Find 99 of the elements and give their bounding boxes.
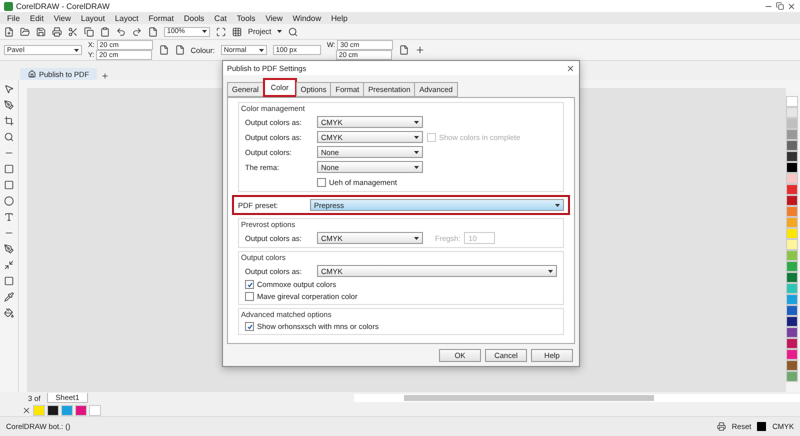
no-color-icon[interactable] — [22, 406, 31, 414]
caret-icon — [555, 204, 560, 206]
color-swatch[interactable] — [786, 107, 798, 118]
menu-item[interactable]: Dools — [178, 14, 210, 22]
eyedropper-icon[interactable] — [4, 292, 14, 302]
color-swatch[interactable] — [786, 217, 798, 228]
page-icon[interactable] — [399, 45, 410, 55]
color-swatch[interactable] — [786, 261, 798, 272]
caret-icon — [414, 166, 419, 168]
minimize-icon[interactable] — [4, 260, 14, 270]
color-swatch[interactable] — [786, 239, 798, 250]
color-swatch[interactable] — [786, 316, 798, 327]
restore-icon[interactable] — [776, 2, 784, 10]
menu-item[interactable]: View — [260, 14, 288, 22]
menu-item[interactable]: Layoct — [110, 14, 144, 22]
color-swatch[interactable] — [786, 250, 798, 261]
new-file-icon[interactable] — [4, 26, 14, 36]
color-swatch[interactable] — [786, 129, 798, 140]
zoom-icon[interactable] — [4, 132, 14, 142]
folder-icon[interactable] — [20, 26, 30, 36]
scrollbar-thumb[interactable] — [404, 395, 654, 401]
checkbox[interactable] — [245, 292, 254, 301]
file-icon[interactable] — [148, 26, 158, 36]
caret-icon — [414, 236, 419, 240]
color-swatch[interactable] — [786, 184, 798, 195]
color-swatch[interactable] — [786, 151, 798, 162]
caret-icon — [414, 136, 419, 138]
color-swatch[interactable] — [786, 272, 798, 283]
app-logo-icon — [4, 2, 13, 10]
color-swatch[interactable] — [786, 349, 798, 360]
caret-icon — [74, 48, 79, 52]
color-swatch[interactable] — [786, 96, 798, 107]
crop-icon[interactable] — [4, 116, 14, 126]
checkbox[interactable] — [317, 178, 326, 186]
color-swatch[interactable] — [786, 371, 798, 382]
menu-item[interactable]: View — [48, 14, 76, 22]
color-swatch[interactable] — [786, 327, 798, 338]
redo-icon[interactable] — [132, 26, 142, 36]
color-swatch-icon — [757, 422, 766, 431]
color-swatch[interactable] — [786, 360, 798, 371]
scissors-icon[interactable] — [68, 26, 78, 36]
color-swatch[interactable] — [786, 118, 798, 129]
color-swatch[interactable] — [786, 283, 798, 294]
color-swatch[interactable] — [33, 404, 45, 416]
fill-icon[interactable] — [4, 308, 14, 318]
caret-icon — [202, 30, 207, 33]
color-swatch[interactable] — [75, 404, 87, 416]
text-icon[interactable] — [4, 212, 14, 222]
color-swatch[interactable] — [786, 338, 798, 349]
caret-icon — [414, 120, 419, 124]
menu-item[interactable]: Layout — [76, 14, 110, 22]
printer-icon[interactable] — [52, 26, 62, 36]
caret-icon — [277, 30, 282, 33]
menu-item[interactable]: Window — [288, 14, 326, 22]
color-swatch[interactable] — [786, 206, 798, 217]
window-title: CorelDRAW - CorelDRAW — [16, 2, 110, 10]
close-icon[interactable] — [566, 64, 575, 72]
pointer-icon[interactable] — [4, 84, 14, 94]
checkbox[interactable] — [245, 322, 254, 331]
checkbox[interactable] — [245, 280, 254, 289]
clipboard-icon[interactable] — [100, 26, 110, 36]
square-icon[interactable] — [4, 276, 14, 286]
color-swatch[interactable] — [786, 173, 798, 184]
color-swatch[interactable] — [47, 404, 59, 416]
file-icon[interactable] — [174, 45, 185, 55]
close-icon[interactable] — [787, 2, 796, 10]
caret-icon — [258, 48, 264, 52]
add-icon[interactable] — [415, 45, 426, 55]
undo-icon[interactable] — [116, 26, 126, 36]
caret-icon — [548, 270, 553, 272]
color-swatch[interactable] — [786, 162, 798, 173]
caret-icon — [414, 150, 419, 154]
file-icon[interactable] — [158, 45, 169, 55]
menu-item[interactable]: Edit — [24, 14, 49, 22]
square-icon[interactable] — [4, 164, 14, 174]
menu-item[interactable]: Help — [326, 14, 353, 22]
search-icon[interactable] — [288, 26, 298, 36]
menu-item[interactable]: Tools — [232, 14, 260, 22]
grid-icon[interactable] — [232, 26, 242, 36]
color-swatch[interactable] — [786, 228, 798, 239]
color-swatch[interactable] — [89, 404, 101, 416]
fullscreen-icon[interactable] — [216, 26, 226, 36]
rectangle-icon[interactable] — [4, 180, 14, 190]
copy-icon[interactable] — [84, 26, 94, 36]
menu-item[interactable]: File — [2, 14, 25, 22]
color-swatch[interactable] — [786, 294, 798, 305]
color-swatch[interactable] — [786, 195, 798, 206]
menu-item[interactable]: Cat — [209, 14, 232, 22]
ellipse-icon[interactable] — [4, 196, 14, 206]
pen-icon[interactable] — [4, 100, 14, 110]
menu-item[interactable]: Format — [144, 14, 179, 22]
save-icon[interactable] — [36, 26, 46, 36]
color-swatch[interactable] — [786, 140, 798, 151]
pen-icon[interactable] — [4, 244, 14, 254]
add-tab-icon[interactable] — [101, 72, 110, 80]
color-swatch[interactable] — [61, 404, 73, 416]
home-icon — [28, 70, 36, 78]
printer-icon[interactable] — [716, 422, 726, 431]
color-swatch[interactable] — [786, 305, 798, 316]
